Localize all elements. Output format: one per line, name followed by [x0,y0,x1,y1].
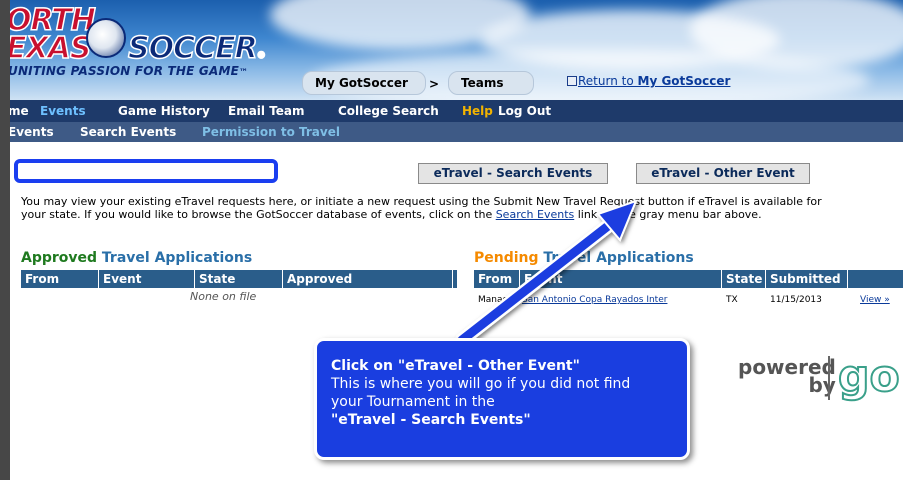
go-logo: go [837,351,901,403]
callout-line-3: your Tournament in the [331,394,495,410]
breadcrumb-my-gotsoccer[interactable]: My GotSoccer [302,71,426,95]
pending-col-submitted[interactable]: Submitted [766,270,848,288]
powered-by-text: powered by [738,355,836,397]
callout-line-2: This is where you will go if you did not… [331,376,631,392]
pending-col-state[interactable]: State [722,270,766,288]
nav-events[interactable]: Events [40,100,86,122]
approved-col-event[interactable]: Event [99,270,195,288]
etravel-search-events-button[interactable]: eTravel - Search Events [418,163,608,184]
screen: ORTH EXAS SOCCER® UNITING PASSION FOR TH… [0,0,903,480]
etravel-other-event-button[interactable]: eTravel - Other Event [636,163,810,184]
nav-email-team[interactable]: Email Team [228,100,305,122]
instruction-callout: Click on "eTravel - Other Event" This is… [314,338,690,460]
subnav-events[interactable]: Events [10,122,54,142]
header-banner: ORTH EXAS SOCCER® UNITING PASSION FOR TH… [10,0,903,100]
subnav-search-events[interactable]: Search Events [80,122,176,142]
breadcrumb-separator: > [429,77,440,91]
main-nav: me Events Game History Email Team Colleg… [10,100,903,122]
highlighted-input-box[interactable] [14,159,278,183]
approved-col-approved[interactable]: Approved [283,270,453,288]
breadcrumb-teams[interactable]: Teams [448,71,534,95]
callout-line-4: "eTravel - Search Events" [331,412,531,428]
logo-tagline: UNITING PASSION FOR THE GAME™ [10,64,249,78]
intro-text: You may view your existing eTravel reque… [21,195,822,221]
nav-help[interactable]: Help [462,100,493,122]
nav-game-history[interactable]: Game History [118,100,210,122]
approved-table-header: From Event State Approved [21,270,457,288]
pending-col-from[interactable]: From [474,270,520,288]
powered-divider [828,356,830,400]
search-events-link[interactable]: Search Events [496,208,575,221]
approved-section-title: Approved Travel Applications [21,250,253,266]
left-window-edge [0,0,10,480]
pending-row-event-link[interactable]: San Antonio Copa Rayados Inter [522,295,667,305]
pending-row-view-link[interactable]: View » [860,295,890,305]
nav-home[interactable]: me [10,100,29,122]
approved-empty-text: None on file [190,290,257,303]
return-to-my-gotsoccer-link[interactable]: Return to My GotSoccer [578,72,730,90]
logo-texas: EXAS [10,31,92,66]
approved-col-from[interactable]: From [21,270,99,288]
pending-table-header: From Event State Submitted [474,270,903,288]
pending-row-from: Manag [478,295,509,305]
sub-nav: Events Search Events Permission to Trave… [10,122,903,142]
soccer-ball-icon [86,18,126,58]
pending-row-state: TX [726,295,738,305]
pending-section-title: Pending Travel Applications [474,250,694,266]
subnav-permission-to-travel[interactable]: Permission to Travel [202,122,340,142]
external-link-icon [567,76,577,86]
nav-log-out[interactable]: Log Out [498,100,551,122]
pending-row-submitted: 11/15/2013 [770,295,822,305]
approved-col-state[interactable]: State [195,270,283,288]
pending-col-event[interactable]: Event [520,270,722,288]
nav-college-search[interactable]: College Search [338,100,439,122]
callout-line-1: Click on "eTravel - Other Event" [331,358,580,374]
